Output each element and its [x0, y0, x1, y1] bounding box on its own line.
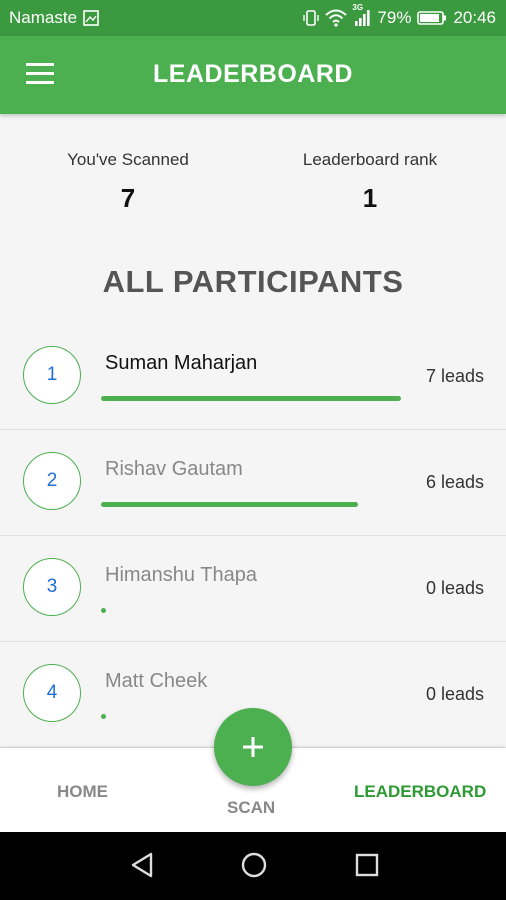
participant-name: Rishav Gautam	[105, 458, 243, 480]
leads-progress-fill	[101, 502, 359, 507]
battery-icon	[417, 10, 447, 26]
battery-percent: 79%	[377, 8, 412, 27]
leads-progress-fill	[101, 396, 401, 401]
plus-icon	[243, 737, 263, 757]
status-bar-left: Namaste	[9, 8, 99, 28]
scanned-stat: You've Scanned 7	[28, 150, 228, 214]
app-bar: LEADERBOARD	[0, 36, 506, 114]
section-title: ALL PARTICIPANTS	[102, 264, 404, 299]
wifi-icon	[325, 9, 348, 27]
participant-row[interactable]: 3 Himanshu Thapa 0 leads	[0, 536, 506, 642]
rank-value: 1	[362, 183, 378, 213]
home-circle-icon[interactable]	[240, 851, 268, 884]
participant-row[interactable]: 1 Suman Maharjan 7 leads	[0, 324, 506, 430]
carrier-name: Namaste	[9, 8, 78, 27]
participant-name: Matt Cheek	[105, 670, 208, 692]
status-bar: Namaste 3G 79% 20:46	[0, 0, 506, 36]
leads-progress-fill	[101, 608, 106, 613]
page-title: LEADERBOARD	[153, 60, 353, 88]
rank-label: Leaderboard rank	[302, 150, 438, 169]
participant-name: Suman Maharjan	[105, 352, 258, 374]
network-type-label: 3G	[352, 3, 364, 12]
back-triangle-icon[interactable]	[129, 851, 155, 884]
participants-list: 1 Suman Maharjan 7 leads 2 Rishav Gautam…	[0, 324, 506, 748]
signal-icon: 3G	[352, 3, 371, 27]
leads-progress-bar	[101, 502, 401, 507]
leads-progress-bar	[101, 608, 401, 613]
status-bar-right: 3G 79% 20:46	[303, 3, 496, 28]
nav-leaderboard-tab[interactable]: LEADERBOARD	[354, 782, 486, 802]
recents-square-icon[interactable]	[354, 851, 380, 884]
leads-count: 6 leads	[425, 472, 484, 492]
image-notification-icon	[83, 10, 99, 26]
clock: 20:46	[453, 8, 496, 27]
rank-badge: 3	[23, 558, 81, 616]
system-navigation-bar	[0, 832, 506, 900]
leads-count: 0 leads	[425, 578, 484, 598]
leads-count: 7 leads	[425, 366, 484, 386]
participant-name: Himanshu Thapa	[105, 564, 257, 586]
rank-badge: 1	[23, 346, 81, 404]
nav-scan-tab[interactable]: SCAN	[227, 798, 275, 818]
scan-fab-button[interactable]	[214, 708, 292, 786]
participant-row[interactable]: 2 Rishav Gautam 6 leads	[0, 430, 506, 536]
scanned-value: 7	[120, 183, 136, 213]
rank-badge: 4	[23, 664, 81, 722]
leads-count: 0 leads	[425, 684, 484, 704]
leads-progress-fill	[101, 714, 106, 719]
rank-stat: Leaderboard rank 1	[270, 150, 470, 214]
rank-badge: 2	[23, 452, 81, 510]
nav-home-tab[interactable]: HOME	[57, 782, 108, 802]
leads-progress-bar	[101, 396, 401, 401]
vibrate-icon	[303, 9, 320, 27]
scanned-label: You've Scanned	[67, 150, 189, 169]
